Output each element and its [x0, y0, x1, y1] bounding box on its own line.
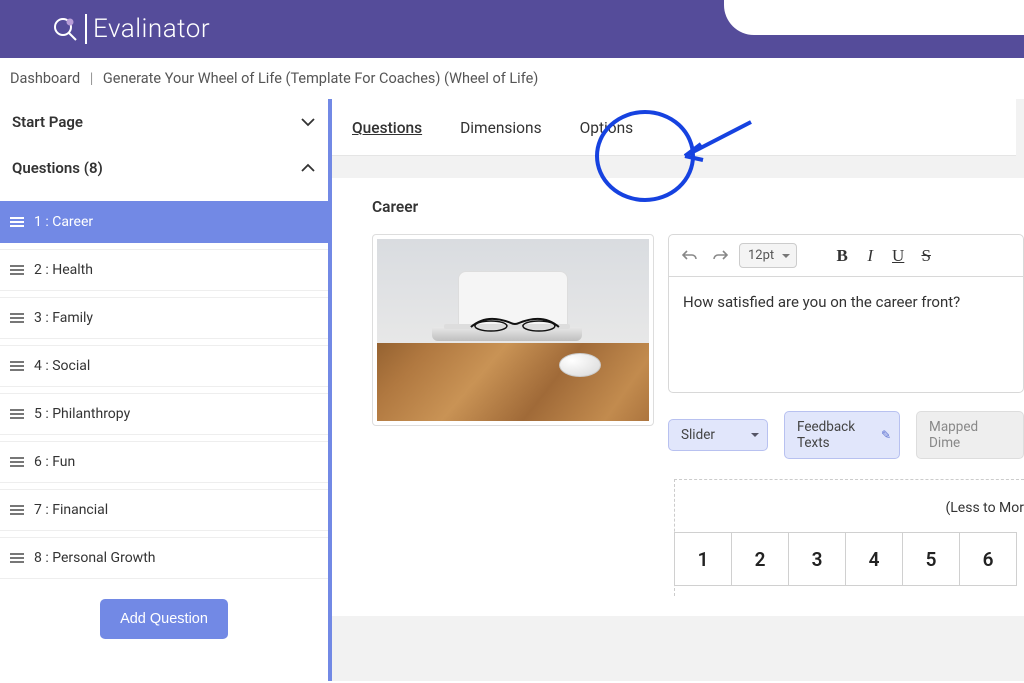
- rte-body[interactable]: How satisfied are you on the career fron…: [668, 277, 1024, 393]
- drag-handle-icon[interactable]: [10, 313, 24, 323]
- scale-grid: 1 2 3 4 5 6: [675, 532, 1024, 586]
- font-size-select[interactable]: 12pt: [739, 243, 797, 268]
- sidebar-item-social[interactable]: 4 : Social: [0, 345, 328, 387]
- chevron-down-icon: [300, 114, 316, 130]
- sidebar-start-page[interactable]: Start Page: [0, 99, 328, 145]
- italic-button[interactable]: I: [863, 246, 877, 266]
- breadcrumb-current: Generate Your Wheel of Life (Template Fo…: [103, 70, 538, 87]
- scale-cell[interactable]: 1: [674, 532, 732, 586]
- drag-handle-icon[interactable]: [10, 217, 24, 227]
- rich-text-editor: 12pt B I U S How satisfied are you on th…: [668, 234, 1024, 459]
- sidebar-item-label: 6 : Fun: [34, 454, 75, 470]
- sidebar-item-label: 2 : Health: [34, 262, 93, 278]
- sidebar-questions-header[interactable]: Questions (8): [0, 145, 328, 191]
- drag-handle-icon[interactable]: [10, 505, 24, 515]
- slider-scale-area: (Less to Mor 1 2 3 4 5 6: [674, 479, 1024, 596]
- drag-handle-icon[interactable]: [10, 361, 24, 371]
- drag-handle-icon[interactable]: [10, 553, 24, 563]
- undo-icon[interactable]: [679, 245, 701, 267]
- drag-handle-icon[interactable]: [10, 457, 24, 467]
- answer-type-select[interactable]: Slider: [668, 419, 768, 451]
- tab-options[interactable]: Options: [580, 119, 634, 137]
- mapped-dimensions-button[interactable]: Mapped Dime: [916, 411, 1024, 459]
- scale-cell[interactable]: 3: [788, 532, 846, 586]
- sidebar-item-label: 1 : Career: [34, 214, 93, 230]
- logo-text: Evalinator: [85, 14, 210, 44]
- editor-tabs: Questions Dimensions Options: [332, 99, 1016, 156]
- sidebar-item-label: 3 : Family: [34, 310, 93, 326]
- answer-settings-row: Slider Feedback Texts ✎ Mapped Dime: [668, 411, 1024, 459]
- breadcrumb-separator: |: [84, 70, 100, 87]
- scale-cell[interactable]: 4: [845, 532, 903, 586]
- redo-icon[interactable]: [709, 245, 731, 267]
- add-question-button[interactable]: Add Question: [100, 599, 228, 639]
- logo: Evalinator: [50, 14, 210, 44]
- editor-panel: Career: [332, 178, 1024, 616]
- app-header: Evalinator: [0, 0, 1024, 58]
- scale-cell[interactable]: 5: [902, 532, 960, 586]
- mapped-dimensions-label: Mapped Dime: [929, 419, 978, 451]
- sidebar-item-label: 4 : Social: [34, 358, 90, 374]
- chevron-down-icon: [751, 433, 759, 441]
- sidebar-item-career[interactable]: 1 : Career: [0, 201, 328, 243]
- drag-handle-icon[interactable]: [10, 265, 24, 275]
- answer-type-label: Slider: [681, 427, 715, 443]
- sidebar: Start Page Questions (8) 1 : Career 2 : …: [0, 99, 332, 681]
- underline-button[interactable]: U: [891, 246, 905, 266]
- sidebar-item-fun[interactable]: 6 : Fun: [0, 441, 328, 483]
- panel-title: Career: [372, 198, 1024, 216]
- rte-toolbar: 12pt B I U S: [668, 234, 1024, 277]
- sidebar-item-philanthropy[interactable]: 5 : Philanthropy: [0, 393, 328, 435]
- desk-illustration: [377, 239, 649, 421]
- pencil-icon: ✎: [881, 428, 891, 442]
- feedback-texts-label: Feedback Texts: [797, 419, 855, 451]
- questions-list: 1 : Career 2 : Health 3 : Family 4 : Soc…: [0, 201, 328, 579]
- bold-button[interactable]: B: [835, 246, 849, 266]
- scale-cell[interactable]: 2: [731, 532, 789, 586]
- drag-handle-icon[interactable]: [10, 409, 24, 419]
- sidebar-item-label: 8 : Personal Growth: [34, 550, 156, 566]
- sidebar-item-personal-growth[interactable]: 8 : Personal Growth: [0, 537, 328, 579]
- strikethrough-button[interactable]: S: [919, 246, 933, 266]
- scale-cell[interactable]: 6: [959, 532, 1017, 586]
- feedback-texts-button[interactable]: Feedback Texts ✎: [784, 411, 900, 459]
- sidebar-questions-label: Questions (8): [12, 159, 103, 177]
- scale-label: (Less to Mor: [675, 500, 1024, 516]
- sidebar-item-family[interactable]: 3 : Family: [0, 297, 328, 339]
- main-panel: Questions Dimensions Options Career: [332, 99, 1024, 681]
- tab-dimensions[interactable]: Dimensions: [460, 119, 541, 137]
- sidebar-item-label: 5 : Philanthropy: [34, 406, 130, 422]
- sidebar-item-health[interactable]: 2 : Health: [0, 249, 328, 291]
- chevron-up-icon: [300, 160, 316, 176]
- breadcrumb-dashboard[interactable]: Dashboard: [10, 70, 80, 87]
- logo-icon: [50, 14, 80, 44]
- tab-questions[interactable]: Questions: [352, 119, 422, 137]
- sidebar-start-page-label: Start Page: [12, 113, 83, 131]
- question-image[interactable]: [372, 234, 654, 426]
- sidebar-item-financial[interactable]: 7 : Financial: [0, 489, 328, 531]
- sidebar-item-label: 7 : Financial: [34, 502, 108, 518]
- breadcrumb: Dashboard | Generate Your Wheel of Life …: [0, 58, 1024, 99]
